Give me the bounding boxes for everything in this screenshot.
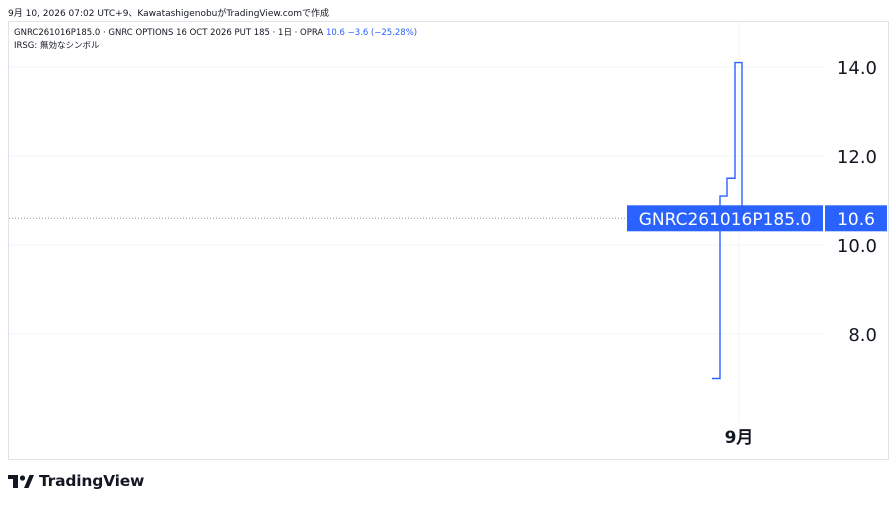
y-tick-label: 8.0	[848, 325, 877, 346]
legend-symbol-label: GNRC261016P185.0 · GNRC OPTIONS 16 OCT 2…	[14, 28, 324, 38]
chart-caption: 9月 10, 2026 07:02 UTC+9、Kawatashigenobuが…	[8, 9, 330, 19]
chart-legend: GNRC261016P185.0 · GNRC OPTIONS 16 OCT 2…	[14, 27, 417, 53]
y-tick-label: 10.0	[837, 236, 877, 257]
legend-line-symbol: GNRC261016P185.0 · GNRC OPTIONS 16 OCT 2…	[14, 27, 417, 40]
price-chart[interactable]: 8.0 10.0 12.0 14.0 9月 GNRC261016P185.0 10.6	[9, 22, 888, 459]
last-price-label-text: 10.6	[837, 210, 875, 230]
legend-line-indicator: IRSG: 無効なシンボル	[14, 41, 100, 51]
y-tick-label: 12.0	[837, 147, 877, 168]
y-tick-label: 14.0	[837, 58, 877, 79]
legend-change-value: 10.6 −3.6 (−25.28%)	[325, 28, 418, 38]
symbol-label-text: GNRC261016P185.0	[639, 210, 812, 230]
chart-pane[interactable]: 8.0 10.0 12.0 14.0 9月 GNRC261016P185.0 10.6 GN…	[8, 21, 889, 460]
tradingview-wordmark: TradingView	[39, 472, 145, 490]
tradingview-brand[interactable]: TradingView	[8, 472, 144, 490]
x-tick-label: 9月	[725, 428, 754, 448]
tradingview-logo-icon	[8, 474, 34, 488]
